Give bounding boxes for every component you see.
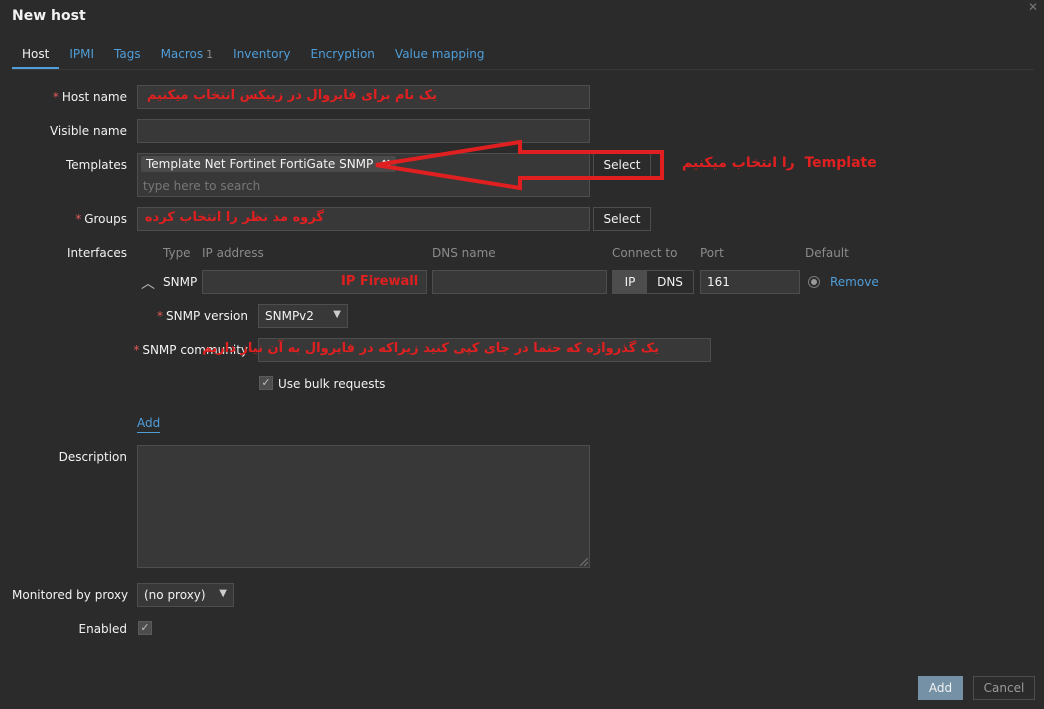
snmp-community-annotation: یک گذرواژه که حتما در جای کپی کنید زیراک…	[202, 341, 659, 356]
interface-header-dns: DNS name	[432, 246, 496, 260]
snmp-version-select[interactable]: SNMPv2 ▼	[258, 304, 348, 328]
groups-multiselect[interactable]: گروه مد نظر را انتخاب کرده	[137, 207, 590, 231]
groups-label: * Groups	[75, 212, 127, 226]
description-textarea[interactable]	[137, 445, 590, 568]
tab-ipmi[interactable]: IPMI	[59, 44, 104, 69]
interface-type: SNMP	[163, 275, 198, 289]
tab-bar: Host IPMI Tags Macros 1 Inventory Encrypt…	[12, 44, 495, 69]
tab-label: Encryption	[310, 47, 375, 61]
tab-label: Host	[22, 47, 50, 61]
tab-host[interactable]: Host	[12, 44, 60, 69]
connect-ip-button[interactable]: IP	[613, 271, 647, 293]
interface-header-default: Default	[805, 246, 849, 260]
tab-label: Value mapping	[394, 47, 485, 61]
tab-encryption[interactable]: Encryption	[300, 44, 384, 69]
visible-name-label: Visible name	[49, 124, 127, 138]
resize-handle-icon[interactable]	[580, 558, 588, 566]
enabled-checkbox[interactable]: ✓	[138, 621, 152, 635]
groups-select-button[interactable]: Select	[593, 207, 651, 231]
proxy-value: (no proxy)	[144, 588, 206, 602]
connect-to-toggle: IP DNS	[612, 270, 694, 294]
ip-annotation: IP Firewall	[341, 274, 419, 289]
interface-ip-input[interactable]: IP Firewall	[202, 270, 427, 294]
host-name-label: * Host name	[52, 90, 127, 104]
tab-label: Macros	[160, 47, 204, 61]
template-search-placeholder: type here to search	[143, 179, 261, 193]
interface-dns-input[interactable]	[432, 270, 607, 294]
snmp-community-input[interactable]: یک گذرواژه که حتما در جای کپی کنید زیراک…	[202, 338, 711, 362]
host-name-input[interactable]: یک نام برای فایروال در زبیکس انتخاب میکن…	[137, 85, 590, 109]
templates-annotation: را انتخاب میکنیم Template	[682, 155, 877, 171]
chevron-down-icon: ▼	[333, 309, 341, 320]
tab-label: Tags	[114, 47, 141, 61]
interfaces-label: Interfaces	[67, 246, 127, 260]
tab-value-mapping[interactable]: Value mapping	[385, 44, 495, 69]
dialog-title: New host	[12, 8, 86, 24]
tab-inventory[interactable]: Inventory	[223, 44, 300, 69]
templates-annotation-fa: را انتخاب میکنیم	[682, 155, 795, 171]
tab-count-badge: 1	[206, 48, 214, 61]
templates-annotation-en: Template	[804, 155, 877, 171]
annotation-arrow-icon	[375, 140, 664, 191]
interface-header-ip: IP address	[202, 246, 264, 260]
add-interface-link[interactable]: Add	[137, 416, 161, 433]
connect-dns-button[interactable]: DNS	[647, 271, 693, 293]
cancel-button[interactable]: Cancel	[973, 676, 1035, 700]
interface-port-input[interactable]: 161	[700, 270, 800, 294]
snmp-version-label: * SNMP version	[157, 309, 248, 323]
proxy-select[interactable]: (no proxy) ▼	[137, 583, 234, 607]
tab-tags[interactable]: Tags	[104, 44, 151, 69]
templates-label: Templates	[65, 158, 127, 172]
close-icon[interactable]: ✕	[1028, 0, 1038, 14]
interface-header-type: Type	[163, 246, 191, 260]
add-button[interactable]: Add	[918, 676, 963, 700]
tab-divider	[12, 69, 1034, 70]
proxy-label: Monitored by proxy	[12, 588, 129, 602]
tab-label: Inventory	[233, 47, 291, 61]
template-tag-label: Template Net Fortinet FortiGate SNMP	[146, 157, 374, 171]
snmp-version-value: SNMPv2	[265, 309, 314, 323]
default-radio[interactable]	[808, 276, 820, 288]
tab-label: IPMI	[69, 47, 94, 61]
bulk-requests-label: Use bulk requests	[278, 377, 386, 391]
chevron-down-icon: ▼	[219, 588, 227, 599]
remove-interface-link[interactable]: Remove	[830, 275, 879, 289]
groups-annotation: گروه مد نظر را انتخاب کرده	[144, 210, 324, 225]
host-name-annotation: یک نام برای فایروال در زبیکس انتخاب میکن…	[146, 88, 437, 103]
default-radio-dot	[811, 279, 817, 285]
bulk-requests-checkbox[interactable]: ✓	[259, 376, 273, 390]
template-tag: Template Net Fortinet FortiGate SNMP ✖	[141, 156, 397, 172]
enabled-label: Enabled	[78, 622, 128, 636]
interface-header-port: Port	[700, 246, 724, 260]
tab-macros[interactable]: Macros 1	[151, 44, 224, 69]
interface-header-connect: Connect to	[612, 246, 678, 260]
description-label: Description	[58, 450, 127, 464]
collapse-chevron-icon[interactable]: ︿	[141, 273, 155, 293]
